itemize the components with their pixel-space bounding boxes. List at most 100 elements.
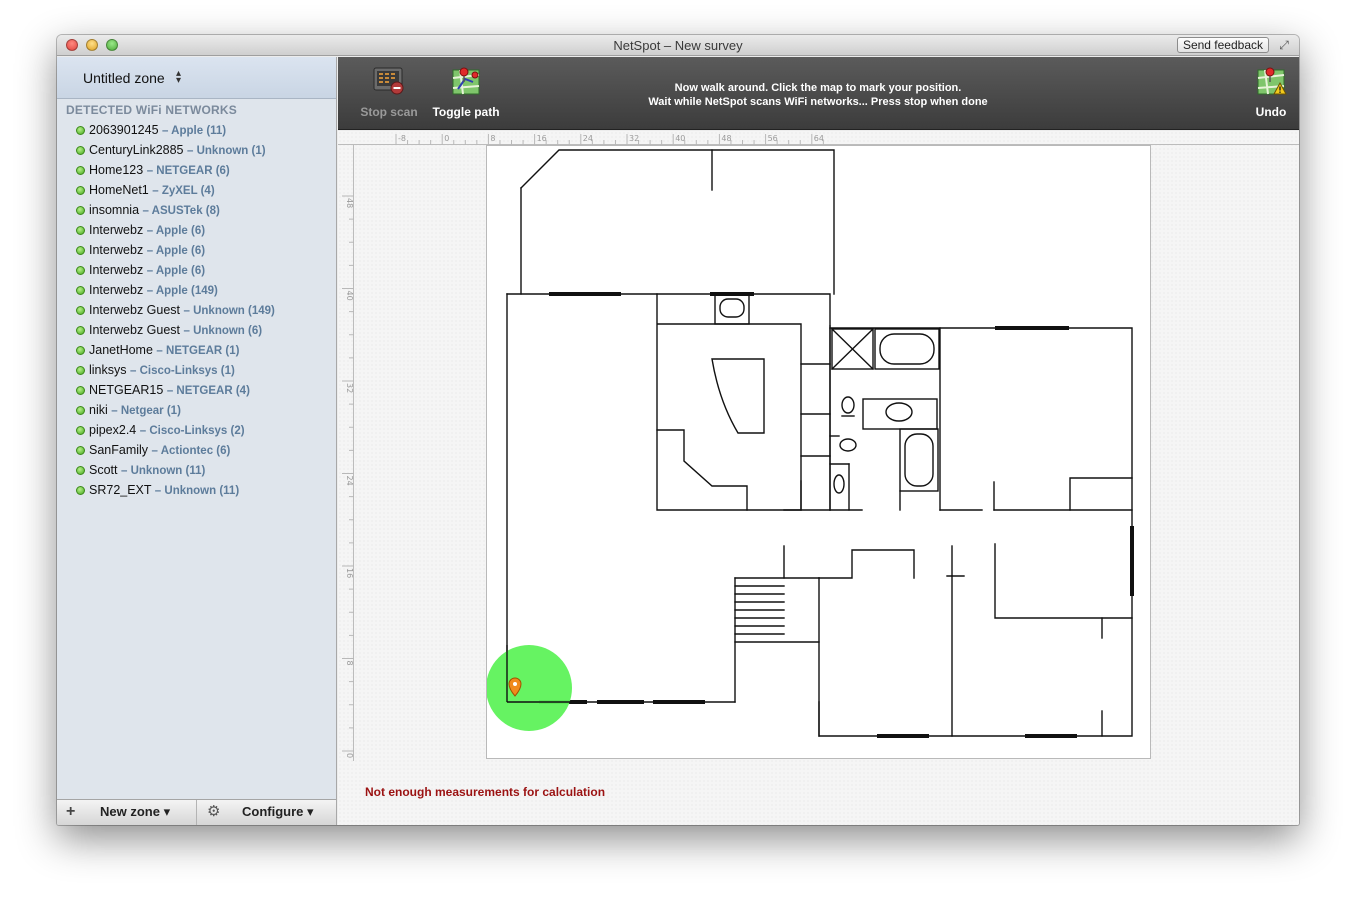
top-ruler: -8 0 8 16 24 32 40 48 56 64 (338, 134, 1299, 145)
toggle-path-button[interactable]: Toggle path (427, 57, 505, 130)
signal-coverage (487, 645, 572, 731)
network-item[interactable]: linksys – Cisco-Linksys (1) (57, 360, 336, 380)
network-status-dot (76, 126, 85, 135)
network-ssid: CenturyLink2885 (89, 143, 184, 157)
network-item[interactable]: SanFamily – Actiontec (6) (57, 440, 336, 460)
stop-scan-button[interactable]: Stop scan (357, 57, 421, 130)
instruction-line-1: Now walk around. Click the map to mark y… (674, 82, 962, 94)
network-item[interactable]: SR72_EXT – Unknown (11) (57, 480, 336, 500)
sidebar-footer: + New zone ▾ ⚙ Configure ▾ (57, 799, 336, 825)
network-item[interactable]: Interwebz Guest – Unknown (149) (57, 300, 336, 320)
network-vendor: – ZyXEL (4) (152, 185, 215, 197)
network-item[interactable]: 2063901245 – Apple (11) (57, 120, 336, 140)
top-ruler-tick-label: 56 (768, 134, 778, 143)
top-ruler-tick-label: 32 (629, 134, 639, 143)
send-feedback-button[interactable]: Send feedback (1176, 37, 1269, 53)
app-window: NetSpot – New survey Send feedback ⤢ Unt… (57, 35, 1299, 825)
top-ruler-tick-label: 24 (583, 134, 593, 143)
network-item[interactable]: Interwebz Guest – Unknown (6) (57, 320, 336, 340)
floor-plan[interactable] (486, 145, 1151, 759)
network-vendor: – NETGEAR (4) (166, 385, 250, 397)
undo-icon (1257, 67, 1287, 95)
network-ssid: Interwebz (89, 223, 144, 237)
network-item[interactable]: Interwebz – Apple (6) (57, 240, 336, 260)
network-status-dot (76, 246, 85, 255)
toolbar: Stop scan Toggle path Now walk around. C… (338, 57, 1299, 130)
zone-selector[interactable]: Untitled zone ▴ ▾ (57, 57, 336, 99)
new-zone-button[interactable]: + New zone ▾ (57, 800, 197, 825)
left-ruler-tick-label: 48 (345, 198, 354, 208)
network-status-dot (76, 446, 85, 455)
network-item[interactable]: HomeNet1 – ZyXEL (4) (57, 180, 336, 200)
network-list: 2063901245 – Apple (11) CenturyLink2885 –… (57, 120, 336, 500)
network-item[interactable]: pipex2.4 – Cisco-Linksys (2) (57, 420, 336, 440)
network-ssid: NETGEAR15 (89, 383, 164, 397)
network-item[interactable]: NETGEAR15 – NETGEAR (4) (57, 380, 336, 400)
status-message: Not enough measurements for calculation (365, 785, 606, 799)
network-vendor: – NETGEAR (6) (146, 165, 230, 177)
network-vendor: – Netgear (1) (111, 405, 181, 417)
window-title: NetSpot – New survey (613, 38, 743, 53)
gear-icon: ⚙ (207, 803, 221, 820)
network-status-dot (76, 386, 85, 395)
network-item[interactable]: insomnia – ASUSTek (8) (57, 200, 336, 220)
network-vendor: – Unknown (149) (183, 305, 275, 317)
network-ssid: Scott (89, 463, 118, 477)
network-item[interactable]: Interwebz – Apple (6) (57, 220, 336, 240)
new-zone-label: New zone ▾ (100, 804, 171, 819)
network-status-dot (76, 466, 85, 475)
network-status-dot (76, 226, 85, 235)
network-status-dot (76, 346, 85, 355)
network-item[interactable]: CenturyLink2885 – Unknown (1) (57, 140, 336, 160)
top-ruler-tick-label: 16 (537, 134, 547, 143)
fullscreen-icon[interactable]: ⤢ (1277, 38, 1291, 52)
sidebar: Untitled zone ▴ ▾ DETECTED WiFi NETWORKS … (57, 57, 337, 825)
top-ruler-tick-label: -8 (398, 134, 406, 143)
network-ssid: 2063901245 (89, 123, 159, 137)
network-vendor: – Unknown (11) (154, 485, 240, 497)
title-bar: NetSpot – New survey Send feedback ⤢ (57, 35, 1299, 56)
network-status-dot (76, 146, 85, 155)
left-ruler-tick-label: 32 (345, 383, 354, 393)
network-status-dot (76, 306, 85, 315)
network-vendor: – Unknown (1) (187, 145, 266, 157)
network-ssid: Interwebz Guest (89, 323, 181, 337)
network-status-dot (76, 266, 85, 275)
network-vendor: – Apple (11) (162, 125, 227, 137)
network-ssid: JanetHome (89, 343, 153, 357)
network-ssid: Interwebz Guest (89, 303, 181, 317)
network-status-dot (76, 366, 85, 375)
scan-instructions: Now walk around. Click the map to mark y… (598, 81, 1038, 109)
network-vendor: – Cisco-Linksys (1) (130, 365, 235, 377)
network-vendor: – Apple (6) (146, 225, 206, 237)
network-item[interactable]: JanetHome – NETGEAR (1) (57, 340, 336, 360)
network-vendor: – Cisco-Linksys (2) (139, 425, 245, 437)
undo-button[interactable]: Undo (1249, 57, 1293, 130)
network-status-dot (76, 426, 85, 435)
network-status-dot (76, 206, 85, 215)
network-item[interactable]: niki – Netgear (1) (57, 400, 336, 420)
network-item[interactable]: Home123 – NETGEAR (6) (57, 160, 336, 180)
network-ssid: Interwebz (89, 283, 144, 297)
stop-scan-label: Stop scan (360, 105, 418, 119)
network-item[interactable]: Scott – Unknown (11) (57, 460, 336, 480)
toggle-path-label: Toggle path (432, 105, 500, 119)
zone-label: Untitled zone (83, 70, 165, 86)
network-vendor: – NETGEAR (1) (156, 345, 240, 357)
network-item[interactable]: Interwebz – Apple (149) (57, 280, 336, 300)
instruction-line-2: Wait while NetSpot scans WiFi networks..… (648, 96, 988, 108)
toggle-path-icon (452, 67, 480, 95)
plus-icon: + (66, 803, 76, 820)
floor-plan-drawing (487, 149, 1134, 738)
configure-button[interactable]: ⚙ Configure ▾ (198, 800, 336, 825)
network-item[interactable]: Interwebz – Apple (6) (57, 260, 336, 280)
network-status-dot (76, 166, 85, 175)
network-vendor: – Actiontec (6) (151, 445, 231, 457)
top-ruler-tick-label: 0 (444, 134, 449, 143)
network-vendor: – Apple (6) (146, 245, 206, 257)
network-vendor: – Apple (149) (146, 285, 218, 297)
network-vendor: – Apple (6) (146, 265, 206, 277)
map-canvas[interactable]: -8 0 8 16 24 32 40 48 56 64 48 40 32 24 16 8 0 (338, 131, 1299, 825)
network-ssid: insomnia (89, 203, 140, 217)
network-vendor: – ASUSTek (8) (142, 205, 220, 217)
